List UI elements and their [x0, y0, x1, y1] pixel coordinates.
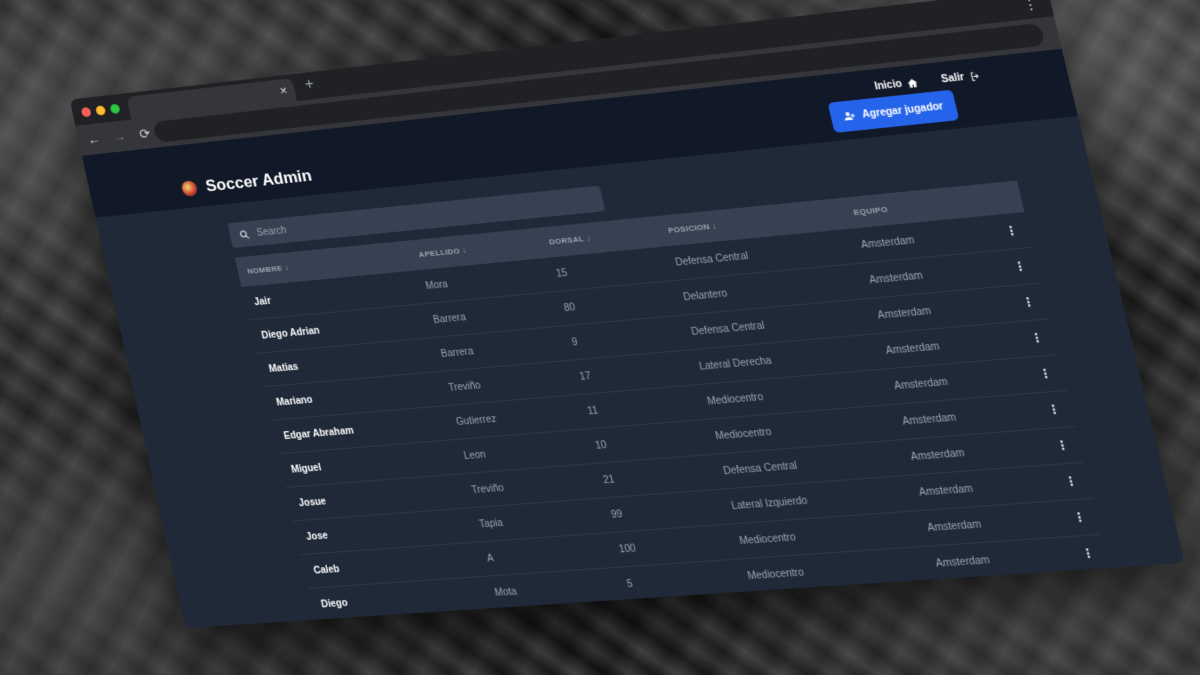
minimize-window-button[interactable]: [95, 105, 106, 115]
back-icon[interactable]: ←: [86, 131, 102, 147]
row-menu-icon[interactable]: ⋮: [1033, 390, 1076, 429]
close-tab-icon[interactable]: ×: [278, 83, 288, 98]
row-menu-icon[interactable]: ⋮: [1007, 283, 1049, 322]
row-menu-icon[interactable]: ⋮: [1067, 534, 1110, 572]
reload-icon[interactable]: ⟳: [137, 125, 153, 142]
window-controls: [81, 104, 121, 118]
user-plus-icon: [842, 109, 857, 122]
browser-menu-icon[interactable]: ⋮: [1021, 0, 1040, 14]
browser-window: × + ⋮ ← → ⟳ Inicio Salir Soccer Admin Ag…: [70, 0, 1185, 628]
brand: Soccer Admin: [180, 166, 314, 199]
nav-salir-label: Salir: [940, 72, 965, 86]
maximize-window-button[interactable]: [110, 104, 121, 114]
row-menu-icon[interactable]: ⋮: [1041, 426, 1084, 465]
nav-inicio-label: Inicio: [874, 79, 904, 93]
search-icon: [238, 229, 251, 240]
cell-apellido: Mota: [481, 568, 621, 611]
cell-dorsal: 5: [613, 559, 741, 602]
page-title: Soccer Admin: [204, 166, 314, 196]
close-window-button[interactable]: [81, 107, 92, 117]
row-menu-icon[interactable]: ⋮: [1016, 319, 1059, 358]
row-menu-icon[interactable]: ⋮: [991, 212, 1033, 250]
logout-icon: [968, 70, 982, 82]
new-tab-icon[interactable]: +: [303, 76, 316, 94]
search-placeholder: Search: [256, 225, 288, 238]
players-table: NOMBRE ↓ APELLIDO ↓ DORSAL ↓ POSICION ↓ EQUI…: [235, 181, 1110, 623]
add-player-label: Agregar jugador: [861, 101, 944, 121]
add-player-button[interactable]: Agregar jugador: [828, 90, 959, 133]
nav-salir-link[interactable]: Salir: [940, 70, 982, 85]
soccer-logo-icon: [181, 180, 199, 197]
row-menu-icon[interactable]: ⋮: [1058, 498, 1101, 536]
row-menu-icon[interactable]: ⋮: [1050, 462, 1093, 500]
row-menu-icon[interactable]: ⋮: [999, 247, 1041, 286]
col-actions-header: [983, 181, 1024, 216]
row-menu-icon[interactable]: ⋮: [1024, 355, 1067, 394]
forward-icon[interactable]: →: [111, 128, 127, 144]
table-body: Jair Mora 15 Defensa Central Amsterdam ⋮ Diego…: [241, 212, 1109, 622]
header-nav: Inicio Salir: [874, 70, 983, 93]
home-icon: [906, 77, 920, 89]
nav-inicio-link[interactable]: Inicio: [874, 77, 920, 93]
